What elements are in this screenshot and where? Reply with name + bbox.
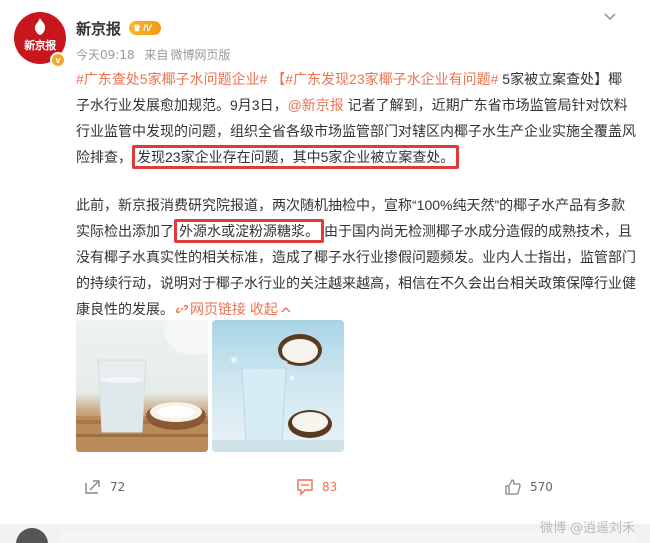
flame-logo-icon — [34, 18, 46, 35]
source-prefix: 来自 — [144, 48, 169, 62]
repost-icon — [85, 480, 100, 494]
collapse-button[interactable]: 收起 — [250, 301, 291, 317]
hashtag-link[interactable]: #广东查处5家椰子水问题企业# — [76, 71, 267, 87]
link-icon — [176, 304, 188, 314]
comment-button[interactable]: 83 — [296, 476, 337, 498]
level-badge: ♛ IV — [129, 21, 161, 35]
post-meta: 今天09:18 来自 微博网页版 — [76, 46, 236, 63]
avatar-logo-text: 新京报 — [24, 39, 56, 52]
verified-badge: v — [50, 52, 66, 68]
weibo-post-card: 新京报 v 新京报 ♛ IV 今天09:18 来自 微博网页版 #广东查处5家椰子水… — [0, 0, 650, 543]
comment-icon — [297, 479, 313, 496]
post-image-coconut-water-glass[interactable] — [76, 320, 208, 452]
source-label: 微博网页版 — [170, 48, 231, 62]
mention-link[interactable]: @新京报 — [288, 97, 344, 113]
weibo-watermark: 微博 @逍遥刘禾 — [540, 521, 636, 536]
post-image-coconut-splash[interactable] — [212, 320, 344, 452]
chevron-up-icon — [281, 307, 291, 313]
like-count: 570 — [530, 480, 553, 494]
repost-count: 72 — [110, 480, 126, 494]
comment-count: 83 — [322, 480, 338, 494]
timestamp[interactable]: 今天09:18 — [76, 48, 135, 62]
post-actions-bar: 72 83 570 — [0, 468, 650, 508]
highlighted-text: 外源水或淀粉源糖浆。 — [174, 219, 324, 243]
hashtag-link[interactable]: 【#广东发现23家椰子水企业有问题# — [271, 71, 498, 87]
repost-button[interactable]: 72 — [84, 476, 125, 498]
paragraph-2: 此前，新京报消费研究院报道，两次随机抽检中，宣称“100%纯天然”的椰子水产品有… — [76, 192, 636, 322]
coconut-splash-image — [212, 334, 344, 452]
crown-icon: ♛ — [133, 23, 142, 33]
thumbs-up-icon — [505, 479, 521, 495]
more-options-chevron-icon[interactable] — [598, 8, 622, 28]
like-button[interactable]: 570 — [504, 476, 553, 498]
highlighted-text: 发现23家企业存在问题，其中5家企业被立案查处。 — [132, 145, 460, 169]
web-link[interactable]: 网页链接 — [174, 301, 246, 317]
paragraph-1: #广东查处5家椰子水问题企业# 【#广东发现23家椰子水企业有问题# 5家被立案… — [76, 66, 636, 170]
post-content: #广东查处5家椰子水问题企业# 【#广东发现23家椰子水企业有问题# 5家被立案… — [76, 66, 636, 322]
coconut-glass-image — [76, 320, 208, 452]
author-name[interactable]: 新京报 — [76, 18, 121, 39]
